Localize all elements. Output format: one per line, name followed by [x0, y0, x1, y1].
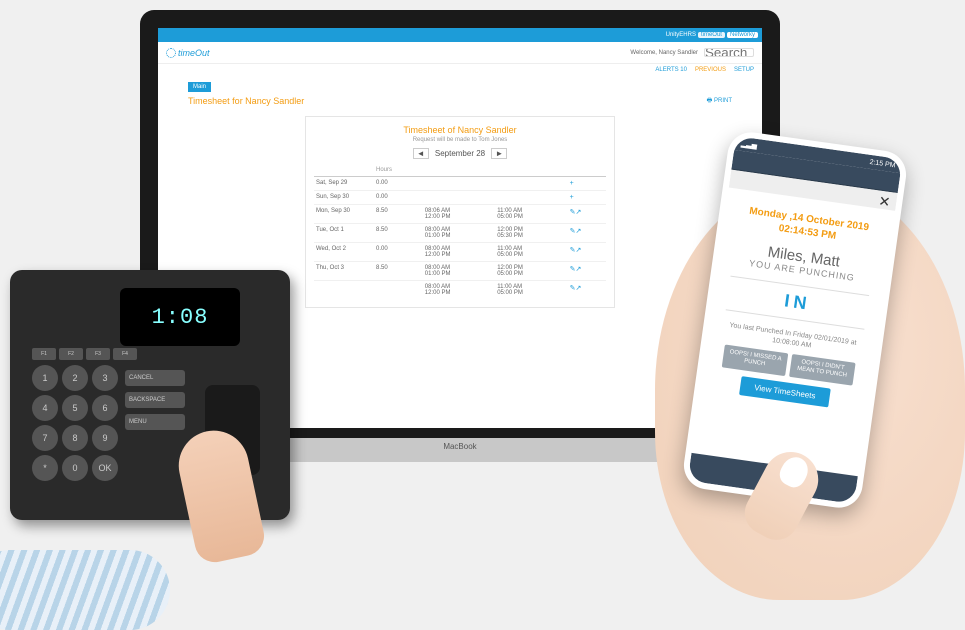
- logo-icon: [166, 48, 176, 58]
- prev-week-button[interactable]: ◄: [413, 148, 429, 159]
- hours-header: Hours: [374, 164, 423, 177]
- brand-label: UnityEHRS: [666, 32, 696, 38]
- table-row: Thu, Oct 38.5008:00 AM01:00 PM12:00 PM05…: [314, 262, 606, 281]
- side-buttons: CANCEL BACKSPACE MENU: [125, 370, 185, 430]
- add-icon[interactable]: +: [570, 180, 574, 187]
- add-icon[interactable]: +: [570, 194, 574, 201]
- keypad-key[interactable]: 9: [92, 425, 118, 451]
- function-key[interactable]: F1: [32, 348, 56, 360]
- card-subtitle: Request will be made to Tom Jones: [314, 137, 606, 143]
- signal-icon: ▂▃▅: [740, 140, 757, 150]
- function-key[interactable]: F3: [86, 348, 110, 360]
- logo[interactable]: timeOut: [166, 48, 210, 58]
- expand-icon[interactable]: ↗: [575, 285, 581, 292]
- side-button[interactable]: CANCEL: [125, 370, 185, 386]
- table-row: Sun, Sep 300.00+: [314, 191, 606, 205]
- table-row: Mon, Sep 308.5008:06 AM12:00 PM11:00 AM0…: [314, 205, 606, 224]
- device-time: 1:08: [152, 305, 209, 330]
- page-title: Timesheet for Nancy Sandler: [188, 96, 304, 106]
- header-right: Welcome, Nancy Sandler: [630, 48, 754, 57]
- missed-punch-button[interactable]: OOPS! I MISSED A PUNCH: [722, 345, 788, 376]
- timesheet-table: Hours Sat, Sep 290.00+Sun, Sep 300.00+Mo…: [314, 164, 606, 299]
- close-icon[interactable]: ✕: [877, 193, 891, 211]
- keypad-key[interactable]: 6: [92, 395, 118, 421]
- keypad-key[interactable]: 4: [32, 395, 58, 421]
- keypad-key[interactable]: 7: [32, 425, 58, 451]
- side-button[interactable]: BACKSPACE: [125, 392, 185, 408]
- expand-icon[interactable]: ↗: [575, 209, 581, 216]
- keypad-key[interactable]: 1: [32, 365, 58, 391]
- keypad-key[interactable]: 3: [92, 365, 118, 391]
- side-button[interactable]: MENU: [125, 414, 185, 430]
- keypad: 123 456 789 *0OK: [32, 365, 118, 481]
- welcome-label: Welcome, Nancy Sandler: [630, 50, 698, 56]
- print-button[interactable]: 🖶 PRINT: [707, 96, 732, 106]
- expand-icon[interactable]: ↗: [575, 266, 581, 273]
- card-title: Timesheet of Nancy Sandler: [314, 125, 606, 135]
- function-key[interactable]: F4: [113, 348, 137, 360]
- view-timesheets-button[interactable]: View TimeSheets: [739, 376, 831, 407]
- keypad-key[interactable]: OK: [92, 455, 118, 481]
- current-date: September 28: [435, 149, 485, 158]
- nav-previous[interactable]: PREVIOUS: [695, 67, 726, 73]
- nail: [776, 452, 813, 491]
- function-key[interactable]: F2: [59, 348, 83, 360]
- topbar-pill-networky[interactable]: Networky: [727, 32, 758, 38]
- timeclock-device: 1:08 F1F2F3F4 123 456 789 *0OK CANCEL BACKSP…: [0, 270, 330, 590]
- sleeve: [0, 550, 170, 630]
- app-header: timeOut Welcome, Nancy Sandler: [158, 42, 762, 64]
- wrong-punch-button[interactable]: OOPS! I DIDN'T MEAN TO PUNCH: [789, 354, 855, 385]
- expand-icon[interactable]: ↗: [575, 247, 581, 254]
- title-row: Timesheet for Nancy Sandler 🖶 PRINT: [188, 96, 732, 106]
- expand-icon[interactable]: ↗: [575, 228, 581, 235]
- keypad-key[interactable]: 0: [62, 455, 88, 481]
- punch-direction: IN: [726, 276, 870, 330]
- date-navigator: ◄ September 28 ►: [314, 149, 606, 158]
- keypad-key[interactable]: 8: [62, 425, 88, 451]
- top-bar: UnityEHRS timeOut Networky: [158, 28, 762, 42]
- nav-setup[interactable]: SETUP: [734, 67, 754, 73]
- logo-text: timeOut: [178, 48, 210, 58]
- keypad-key[interactable]: 5: [62, 395, 88, 421]
- search-input[interactable]: [704, 48, 754, 57]
- nav-alerts[interactable]: ALERTS 10: [655, 67, 687, 73]
- next-week-button[interactable]: ►: [491, 148, 507, 159]
- table-row: 08:00 AM12:00 PM11:00 AM05:00 PM✎↗: [314, 281, 606, 300]
- device-display: 1:08: [120, 288, 240, 346]
- table-row: Tue, Oct 18.5008:00 AM01:00 PM12:00 PM05…: [314, 224, 606, 243]
- table-row: Wed, Oct 20.0008:00 AM12:00 PM11:00 AM05…: [314, 243, 606, 262]
- status-time: 2:15 PM: [869, 158, 896, 169]
- nav-bar: ALERTS 10 PREVIOUS SETUP: [158, 64, 762, 76]
- topbar-pill-timeout[interactable]: timeOut: [698, 32, 725, 38]
- keypad-key[interactable]: 2: [62, 365, 88, 391]
- table-row: Sat, Sep 290.00+: [314, 177, 606, 191]
- keypad-key[interactable]: *: [32, 455, 58, 481]
- function-keys: F1F2F3F4: [32, 348, 137, 360]
- phone-hand-group: ▂▃▅ 2:15 PM ✕ Monday ,14 October 2019 02…: [615, 120, 965, 620]
- timesheet-card: Timesheet of Nancy Sandler Request will …: [305, 116, 615, 308]
- main-tab[interactable]: Main: [188, 82, 211, 92]
